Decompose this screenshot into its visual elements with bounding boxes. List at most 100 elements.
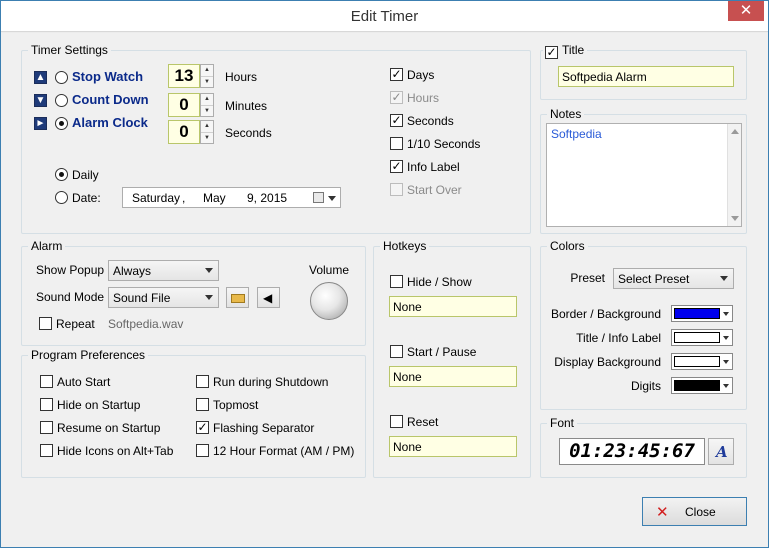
flashing-separator-label[interactable]: Flashing Separator xyxy=(213,421,314,435)
count-down-radio[interactable] xyxy=(55,94,68,107)
start-pause-checkbox[interactable] xyxy=(390,345,403,358)
calendar-icon[interactable] xyxy=(313,192,324,203)
start-pause-hotkey-input[interactable]: None xyxy=(389,366,517,387)
chevron-down-icon[interactable] xyxy=(723,312,729,316)
hide-icons-label[interactable]: Hide Icons on Alt+Tab xyxy=(57,444,173,458)
scroll-down-icon[interactable] xyxy=(731,216,739,221)
hours-input[interactable]: 13 xyxy=(168,64,200,88)
title-info-label-color-button[interactable] xyxy=(671,329,733,346)
stop-watch-label[interactable]: Stop Watch xyxy=(72,69,143,84)
title-info-label-swatch xyxy=(674,332,720,343)
notes-scrollbar[interactable] xyxy=(727,124,741,226)
reset-label[interactable]: Reset xyxy=(407,415,438,429)
reset-hotkey-input[interactable]: None xyxy=(389,436,517,457)
alarm-clock-radio[interactable] xyxy=(55,117,68,130)
play-sound-button[interactable]: ◀ xyxy=(257,287,280,308)
scroll-up-icon[interactable] xyxy=(731,129,739,134)
days-checkbox[interactable]: ✓ xyxy=(390,68,403,81)
count-down-label[interactable]: Count Down xyxy=(72,92,149,107)
browse-folder-button[interactable] xyxy=(226,287,249,308)
seconds-spinner[interactable]: ▲ ▼ xyxy=(200,120,214,144)
minutes-spinner[interactable]: ▲ ▼ xyxy=(200,93,214,117)
spin-down-icon[interactable]: ▼ xyxy=(201,132,213,143)
digits-color-button[interactable] xyxy=(671,377,733,394)
notes-textarea[interactable]: Softpedia xyxy=(546,123,742,227)
volume-knob[interactable] xyxy=(310,282,348,320)
date-picker[interactable]: Saturday , May 9, 2015 xyxy=(122,187,341,208)
twelve-hour-format-label[interactable]: 12 Hour Format (AM / PM) xyxy=(213,444,354,458)
alarm-clock-label[interactable]: Alarm Clock xyxy=(72,115,148,130)
start-pause-label[interactable]: Start / Pause xyxy=(407,345,476,359)
preset-value[interactable]: Select Preset xyxy=(618,272,689,286)
info-label-checkbox[interactable]: ✓ xyxy=(390,160,403,173)
title-input[interactable]: Softpedia Alarm xyxy=(558,66,734,87)
repeat-label[interactable]: Repeat xyxy=(56,317,95,331)
info-label-label[interactable]: Info Label xyxy=(407,160,460,174)
topmost-checkbox[interactable] xyxy=(196,398,209,411)
preset-select[interactable]: Select Preset xyxy=(613,268,734,289)
close-button[interactable]: ✕ Close xyxy=(642,497,747,526)
spin-down-icon[interactable]: ▼ xyxy=(201,76,213,87)
hide-show-checkbox[interactable] xyxy=(390,275,403,288)
window-close-button[interactable]: ✕ xyxy=(728,1,764,21)
window-title: Edit Timer xyxy=(350,8,419,25)
auto-start-label[interactable]: Auto Start xyxy=(57,375,110,389)
minutes-input[interactable]: 0 xyxy=(168,93,200,117)
repeat-checkbox[interactable] xyxy=(39,317,52,330)
hide-on-startup-label[interactable]: Hide on Startup xyxy=(57,398,140,412)
run-during-shutdown-label[interactable]: Run during Shutdown xyxy=(213,375,328,389)
chevron-down-icon[interactable] xyxy=(720,276,728,281)
show-popup-select[interactable]: Always xyxy=(108,260,219,281)
resume-on-startup-checkbox[interactable] xyxy=(40,421,53,434)
spin-up-icon[interactable]: ▲ xyxy=(201,94,213,105)
hide-show-label[interactable]: Hide / Show xyxy=(407,275,472,289)
topmost-label[interactable]: Topmost xyxy=(213,398,258,412)
sound-mode-select[interactable]: Sound File xyxy=(108,287,219,308)
seconds-option-label[interactable]: Seconds xyxy=(407,114,454,128)
date-label[interactable]: Date: xyxy=(72,191,101,205)
chevron-down-icon[interactable] xyxy=(723,360,729,364)
title-label[interactable]: Title xyxy=(562,43,584,57)
notes-text[interactable]: Softpedia xyxy=(551,127,602,141)
spin-up-icon[interactable]: ▲ xyxy=(201,121,213,132)
sound-mode-value[interactable]: Sound File xyxy=(113,291,170,305)
stop-watch-radio[interactable] xyxy=(55,71,68,84)
title-checkbox[interactable]: ✓ xyxy=(545,46,558,59)
border-background-swatch xyxy=(674,308,720,319)
seconds-checkbox[interactable]: ✓ xyxy=(390,114,403,127)
flashing-separator-checkbox[interactable]: ✓ xyxy=(196,421,209,434)
resume-on-startup-label[interactable]: Resume on Startup xyxy=(57,421,160,435)
daily-radio[interactable] xyxy=(55,168,68,181)
chevron-down-icon[interactable] xyxy=(205,268,213,273)
chevron-down-icon[interactable] xyxy=(723,336,729,340)
border-background-color-button[interactable] xyxy=(671,305,733,322)
title-bar[interactable]: Edit Timer ✕ xyxy=(1,1,768,32)
choose-font-button[interactable]: A xyxy=(708,438,734,465)
spin-down-icon[interactable]: ▼ xyxy=(201,105,213,116)
tenth-seconds-checkbox[interactable] xyxy=(390,137,403,150)
display-background-swatch xyxy=(674,356,720,367)
date-day-year[interactable]: 9, 2015 xyxy=(247,191,287,205)
chevron-down-icon[interactable] xyxy=(723,384,729,388)
auto-start-checkbox[interactable] xyxy=(40,375,53,388)
display-background-color-button[interactable] xyxy=(671,353,733,370)
hide-show-hotkey-input[interactable]: None xyxy=(389,296,517,317)
days-label[interactable]: Days xyxy=(407,68,434,82)
spin-up-icon[interactable]: ▲ xyxy=(201,65,213,76)
run-during-shutdown-checkbox[interactable] xyxy=(196,375,209,388)
twelve-hour-format-checkbox[interactable] xyxy=(196,444,209,457)
sound-file-name: Softpedia.wav xyxy=(108,317,184,331)
reset-checkbox[interactable] xyxy=(390,415,403,428)
tenth-seconds-label[interactable]: 1/10 Seconds xyxy=(407,137,480,151)
date-month[interactable]: May xyxy=(203,191,226,205)
calendar-dropdown-icon[interactable] xyxy=(328,196,336,201)
chevron-down-icon[interactable] xyxy=(205,295,213,300)
date-radio[interactable] xyxy=(55,191,68,204)
hours-spinner[interactable]: ▲ ▼ xyxy=(200,64,214,88)
show-popup-value[interactable]: Always xyxy=(113,264,151,278)
date-weekday[interactable]: Saturday xyxy=(132,191,180,205)
hide-on-startup-checkbox[interactable] xyxy=(40,398,53,411)
seconds-input[interactable]: 0 xyxy=(168,120,200,144)
daily-label[interactable]: Daily xyxy=(72,168,99,182)
hide-icons-checkbox[interactable] xyxy=(40,444,53,457)
